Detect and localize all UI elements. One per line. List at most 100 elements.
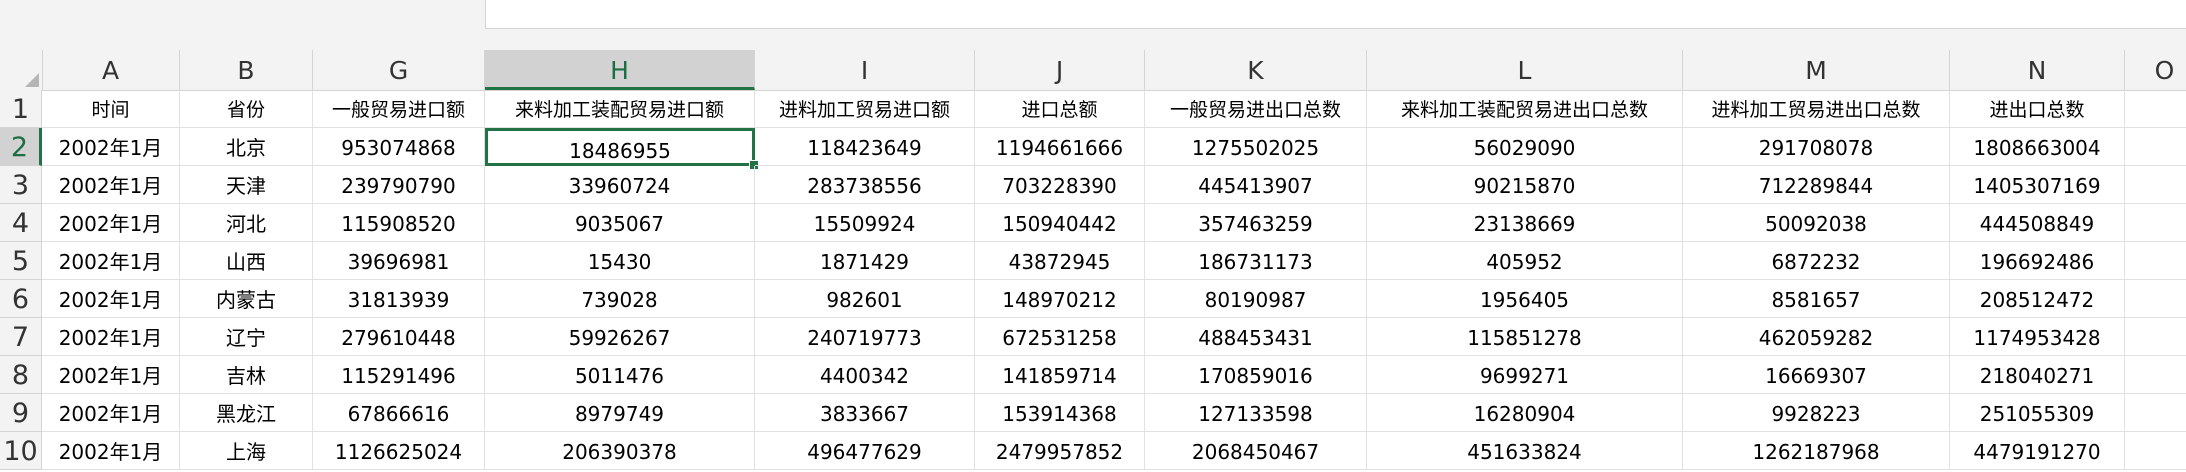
header-cell-N1[interactable]: 进出口总数 [1950,90,2125,128]
cell-I8[interactable]: 4400342 [755,356,975,394]
cell-A4[interactable]: 2002年1月 [42,204,180,242]
cell-G7[interactable]: 279610448 [313,318,485,356]
cell-O9[interactable] [2125,394,2186,432]
cell-B2[interactable]: 北京 [180,128,313,166]
formula-bar[interactable] [485,0,2186,29]
cell-G8[interactable]: 115291496 [313,356,485,394]
header-cell-K1[interactable]: 一般贸易进出口总数 [1145,90,1367,128]
select-all-corner[interactable] [0,50,43,90]
column-header-O[interactable]: O [2125,50,2186,90]
cell-J6[interactable]: 148970212 [975,280,1145,318]
header-cell-I1[interactable]: 进料加工贸易进口额 [755,90,975,128]
cell-L8[interactable]: 9699271 [1367,356,1683,394]
cell-O7[interactable] [2125,318,2186,356]
column-header-B[interactable]: B [180,50,313,90]
cell-K5[interactable]: 186731173 [1145,242,1367,280]
cell-M3[interactable]: 712289844 [1683,166,1950,204]
cell-O8[interactable] [2125,356,2186,394]
cell-A9[interactable]: 2002年1月 [42,394,180,432]
cell-H5[interactable]: 15430 [485,242,755,280]
cell-A5[interactable]: 2002年1月 [42,242,180,280]
cell-K7[interactable]: 488453431 [1145,318,1367,356]
cell-H9[interactable]: 8979749 [485,394,755,432]
cell-K4[interactable]: 357463259 [1145,204,1367,242]
cell-O2[interactable] [2125,128,2186,166]
cell-O4[interactable] [2125,204,2186,242]
row-header-5[interactable]: 5 [0,242,42,280]
cell-G2[interactable]: 953074868 [313,128,485,166]
cell-A7[interactable]: 2002年1月 [42,318,180,356]
cell-G6[interactable]: 31813939 [313,280,485,318]
cell-O6[interactable] [2125,280,2186,318]
cell-J7[interactable]: 672531258 [975,318,1145,356]
column-header-G[interactable]: G [313,50,485,90]
cell-K8[interactable]: 170859016 [1145,356,1367,394]
cell-L5[interactable]: 405952 [1367,242,1683,280]
cell-K3[interactable]: 445413907 [1145,166,1367,204]
cell-A6[interactable]: 2002年1月 [42,280,180,318]
cell-J8[interactable]: 141859714 [975,356,1145,394]
cell-K9[interactable]: 127133598 [1145,394,1367,432]
cell-J4[interactable]: 150940442 [975,204,1145,242]
cell-M2[interactable]: 291708078 [1683,128,1950,166]
cell-N8[interactable]: 218040271 [1950,356,2125,394]
cell-K6[interactable]: 80190987 [1145,280,1367,318]
cell-A8[interactable]: 2002年1月 [42,356,180,394]
row-header-7[interactable]: 7 [0,318,42,356]
column-header-H[interactable]: H [485,50,755,90]
header-cell-H1[interactable]: 来料加工装配贸易进口额 [485,90,755,128]
cell-J10[interactable]: 2479957852 [975,432,1145,470]
cell-B3[interactable]: 天津 [180,166,313,204]
column-header-J[interactable]: J [975,50,1145,90]
cell-I5[interactable]: 1871429 [755,242,975,280]
cell-N9[interactable]: 251055309 [1950,394,2125,432]
column-header-M[interactable]: M [1683,50,1950,90]
cell-I9[interactable]: 3833667 [755,394,975,432]
column-header-I[interactable]: I [755,50,975,90]
cell-B4[interactable]: 河北 [180,204,313,242]
column-header-L[interactable]: L [1367,50,1683,90]
header-cell-J1[interactable]: 进口总额 [975,90,1145,128]
cell-N7[interactable]: 1174953428 [1950,318,2125,356]
cell-J9[interactable]: 153914368 [975,394,1145,432]
cell-M5[interactable]: 6872232 [1683,242,1950,280]
cell-J5[interactable]: 43872945 [975,242,1145,280]
cell-N4[interactable]: 444508849 [1950,204,2125,242]
cell-I10[interactable]: 496477629 [755,432,975,470]
cell-L4[interactable]: 23138669 [1367,204,1683,242]
cell-N10[interactable]: 4479191270 [1950,432,2125,470]
cell-H6[interactable]: 739028 [485,280,755,318]
header-cell-B1[interactable]: 省份 [180,90,313,128]
row-header-6[interactable]: 6 [0,280,42,318]
row-header-9[interactable]: 9 [0,394,42,432]
cell-B9[interactable]: 黑龙江 [180,394,313,432]
cell-L2[interactable]: 56029090 [1367,128,1683,166]
cell-G3[interactable]: 239790790 [313,166,485,204]
cell-N3[interactable]: 1405307169 [1950,166,2125,204]
cell-B7[interactable]: 辽宁 [180,318,313,356]
row-header-4[interactable]: 4 [0,204,42,242]
column-header-N[interactable]: N [1950,50,2125,90]
cell-M4[interactable]: 50092038 [1683,204,1950,242]
cell-M8[interactable]: 16669307 [1683,356,1950,394]
row-header-1[interactable]: 1 [0,90,42,128]
row-header-8[interactable]: 8 [0,356,42,394]
cell-J3[interactable]: 703228390 [975,166,1145,204]
cell-O3[interactable] [2125,166,2186,204]
cell-L6[interactable]: 1956405 [1367,280,1683,318]
cell-G5[interactable]: 39696981 [313,242,485,280]
column-header-K[interactable]: K [1145,50,1367,90]
cell-M7[interactable]: 462059282 [1683,318,1950,356]
header-cell-M1[interactable]: 进料加工贸易进出口总数 [1683,90,1950,128]
cell-L9[interactable]: 16280904 [1367,394,1683,432]
cell-I6[interactable]: 982601 [755,280,975,318]
cell-B6[interactable]: 内蒙古 [180,280,313,318]
cell-A3[interactable]: 2002年1月 [42,166,180,204]
cell-I7[interactable]: 240719773 [755,318,975,356]
cell-K10[interactable]: 2068450467 [1145,432,1367,470]
row-header-10[interactable]: 10 [0,432,42,470]
cell-H2[interactable]: 18486955 [485,128,755,166]
cell-G4[interactable]: 115908520 [313,204,485,242]
cell-H4[interactable]: 9035067 [485,204,755,242]
cell-H7[interactable]: 59926267 [485,318,755,356]
